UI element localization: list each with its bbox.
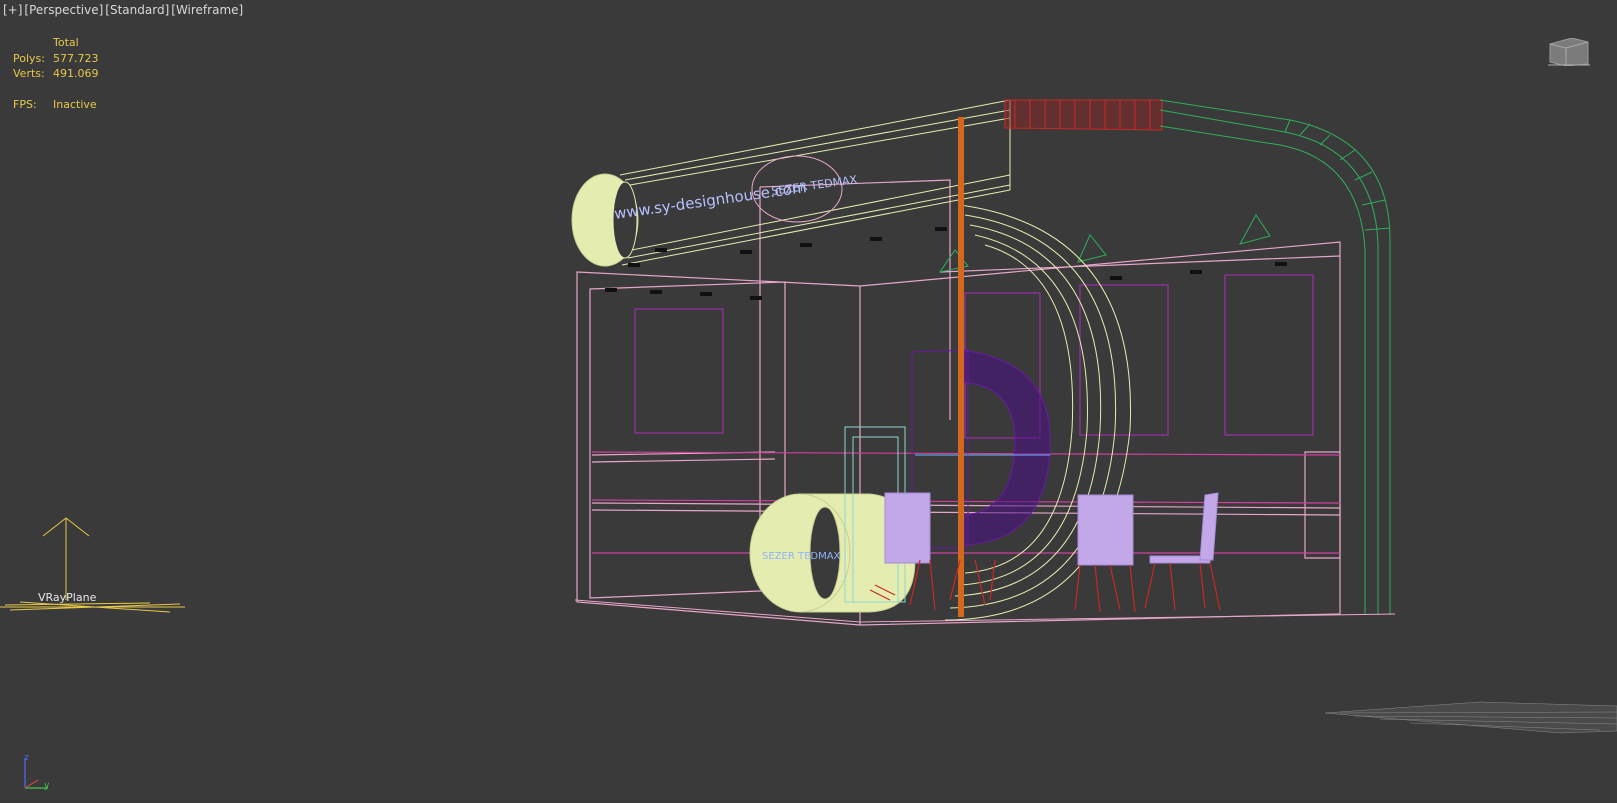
orange-support-post[interactable]: [958, 117, 964, 617]
viewcube-icon[interactable]: [1548, 38, 1590, 66]
chair-legs[interactable]: [869, 559, 1221, 613]
logo-text: SEZER TEDMAX: [771, 173, 859, 198]
purple-inner-arch[interactable]: [911, 349, 1051, 549]
grid-plane-object[interactable]: [1324, 701, 1617, 734]
axis-y-label: y: [44, 781, 50, 791]
viewport-perspective[interactable]: [+] [Perspective] [Standard] [Wireframe]…: [0, 0, 1617, 803]
vray-plane-label: VRayPlane: [38, 591, 97, 604]
lilac-furniture[interactable]: [884, 492, 1219, 566]
tube-logo-text: SEZER TEDMAX: [762, 551, 841, 562]
axis-z-label: z: [24, 753, 29, 763]
scene-canvas[interactable]: www.sy-designhouse.com SEZER TEDMAX SEZE…: [0, 0, 1617, 803]
red-top-section[interactable]: [1004, 99, 1163, 131]
green-corner-arch[interactable]: [938, 99, 1391, 615]
axis-tripod: z y: [24, 753, 50, 791]
